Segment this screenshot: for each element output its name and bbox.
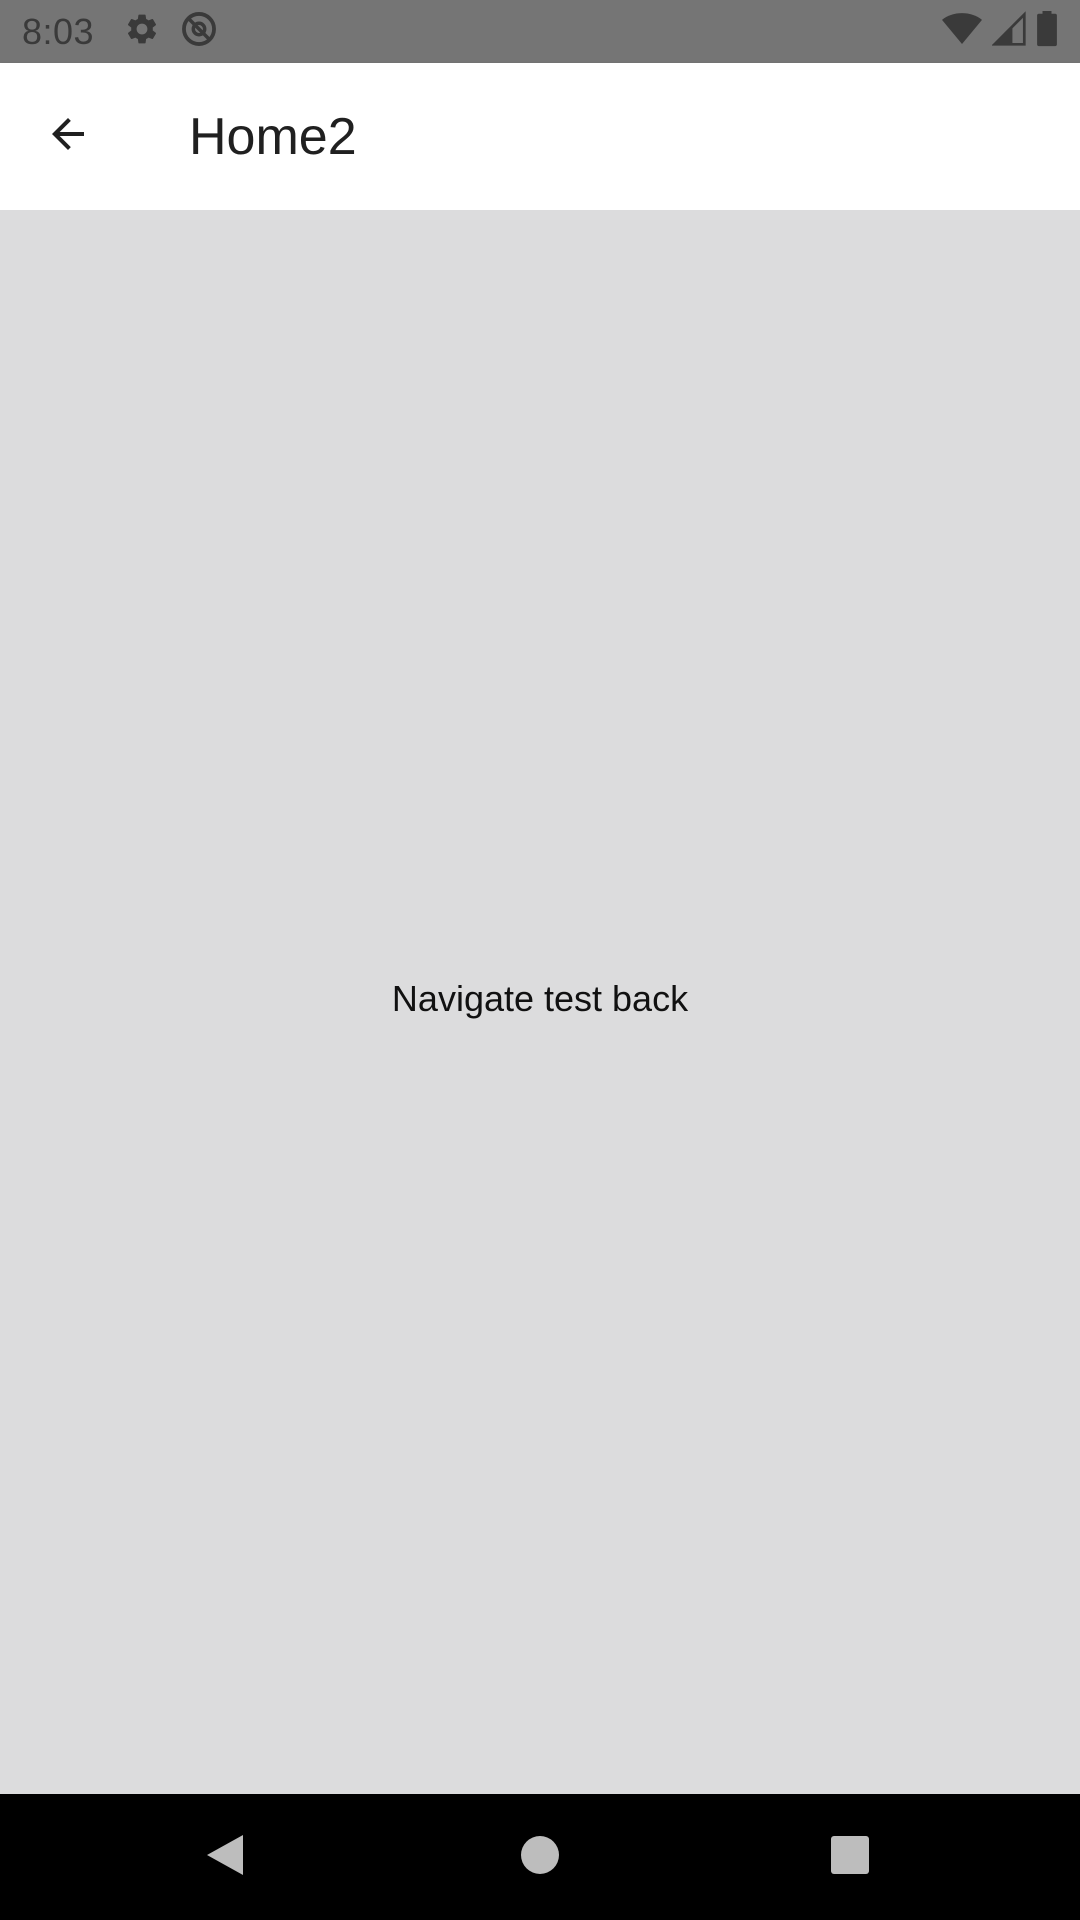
battery-icon [1036,11,1058,52]
navigate-message: Navigate test back [391,978,689,1019]
wifi-icon [942,11,982,52]
back-triangle-icon [203,1831,247,1884]
back-button[interactable] [20,89,116,185]
nav-home-button[interactable] [505,1822,575,1892]
status-time: 8:03 [22,10,95,52]
status-right-icons [942,11,1058,52]
status-left-icons [124,10,218,53]
page-title: Home2 [189,107,357,166]
arrow-back-icon [44,110,92,163]
at-sign-icon [180,10,218,53]
gear-icon [124,11,160,52]
signal-icon [991,11,1026,52]
home-circle-icon [520,1835,560,1880]
status-bar: 8:03 [0,0,1080,63]
app-bar: Home2 [0,63,1080,210]
navigation-bar [0,1794,1080,1920]
main-content: Navigate test back [0,210,1080,1794]
nav-recents-button[interactable] [815,1822,885,1892]
nav-back-button[interactable] [190,1822,260,1892]
recents-square-icon [830,1835,870,1880]
